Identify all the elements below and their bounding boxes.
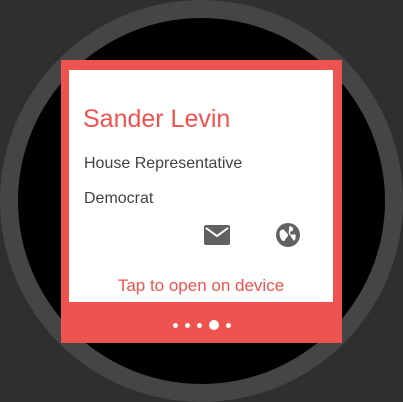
watch-screen: Sander Levin House Representative Democr…: [0, 0, 403, 402]
page-indicator: [61, 318, 342, 332]
contact-title: House Representative: [84, 155, 243, 172]
page-dot: [184, 322, 190, 328]
contact-name: Sander Levin: [83, 105, 231, 133]
open-on-device-link[interactable]: Tap to open on device: [69, 276, 333, 296]
contact-card[interactable]: Sander Levin House Representative Democr…: [69, 70, 333, 302]
contact-party: Democrat: [84, 190, 154, 207]
page-dot-active: [208, 320, 219, 330]
card-frame: Sander Levin House Representative Democr…: [61, 60, 342, 343]
page-dot: [196, 322, 202, 328]
page-dot: [225, 322, 231, 328]
website-button[interactable]: [273, 220, 303, 250]
globe-icon: [276, 223, 300, 247]
mail-icon: [204, 225, 230, 245]
email-button[interactable]: [202, 220, 232, 250]
page-dot: [172, 322, 178, 328]
